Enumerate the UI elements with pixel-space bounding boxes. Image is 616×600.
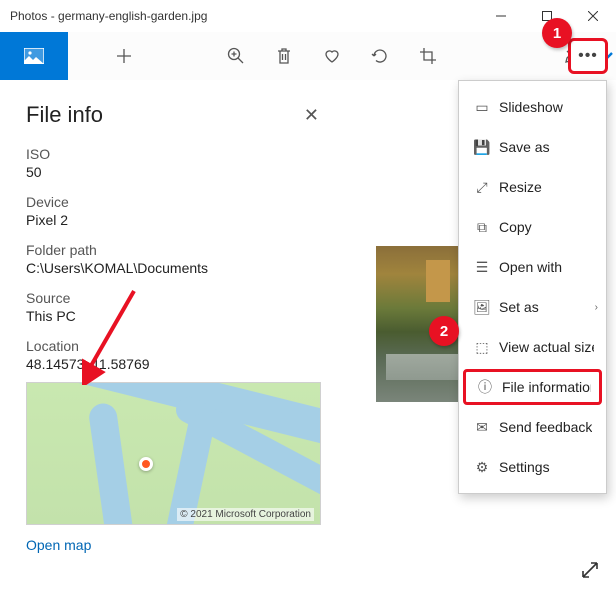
menu-label: Copy [499, 219, 532, 235]
location-value: 48.14573, 11.58769 [26, 356, 319, 372]
menu-label: Save as [499, 139, 550, 155]
favorite-button[interactable] [308, 32, 356, 80]
map-pin-icon [139, 457, 153, 471]
more-button[interactable]: ••• [568, 38, 608, 74]
file-info-panel: File info ✕ ISO 50 Device Pixel 2 Folder… [0, 80, 345, 600]
fullscreen-button[interactable] [580, 560, 600, 585]
close-window-button[interactable] [570, 0, 616, 32]
device-label: Device [26, 194, 319, 210]
delete-button[interactable] [260, 32, 308, 80]
open-map-link[interactable]: Open map [26, 537, 91, 553]
view-photo-button[interactable] [0, 32, 68, 80]
menu-label: Resize [499, 179, 542, 195]
actual-size-icon: ⬚ [471, 339, 493, 356]
iso-value: 50 [26, 164, 319, 180]
menu-slideshow[interactable]: ▭ Slideshow [459, 87, 606, 127]
zoom-button[interactable] [212, 32, 260, 80]
menu-label: Open with [499, 259, 562, 275]
title-bar: Photos - germany-english-garden.jpg [0, 0, 616, 32]
menu-save-as[interactable]: 💾 Save as [459, 127, 606, 167]
file-info-title: File info [26, 102, 103, 128]
chevron-right-icon: › [595, 302, 598, 313]
close-panel-button[interactable]: ✕ [304, 105, 319, 126]
open-with-icon: ☰ [471, 259, 493, 276]
menu-settings[interactable]: ⚙ Settings [459, 447, 606, 487]
resize-icon: ⤢ [471, 179, 493, 196]
menu-set-as[interactable]: 🖼 Set as › [459, 287, 606, 327]
map-copyright: © 2021 Microsoft Corporation [177, 508, 314, 521]
menu-label: Settings [499, 459, 550, 475]
menu-label: Set as [499, 299, 539, 315]
menu-open-with[interactable]: ☰ Open with [459, 247, 606, 287]
ellipsis-icon: ••• [578, 47, 598, 65]
menu-resize[interactable]: ⤢ Resize [459, 167, 606, 207]
crop-button[interactable] [404, 32, 452, 80]
minimize-button[interactable] [478, 0, 524, 32]
menu-label: File information [502, 379, 591, 395]
folder-label: Folder path [26, 242, 319, 258]
menu-label: View actual size [499, 339, 594, 355]
menu-file-information[interactable]: ⓘ File information [463, 369, 602, 405]
iso-label: ISO [26, 146, 319, 162]
menu-label: Slideshow [499, 99, 563, 115]
device-value: Pixel 2 [26, 212, 319, 228]
context-menu: ▭ Slideshow 💾 Save as ⤢ Resize ⧉ Copy ☰ Open … [458, 80, 607, 494]
folder-value: C:\Users\KOMAL\Documents [26, 260, 319, 276]
settings-icon: ⚙ [471, 459, 493, 476]
menu-view-actual-size[interactable]: ⬚ View actual size [459, 327, 606, 367]
source-label: Source [26, 290, 319, 306]
source-value: This PC [26, 308, 319, 324]
location-label: Location [26, 338, 319, 354]
set-as-icon: 🖼 [471, 299, 493, 316]
menu-label: Send feedback [499, 419, 592, 435]
window-title: Photos - germany-english-garden.jpg [10, 9, 478, 23]
feedback-icon: ✉ [471, 419, 493, 436]
location-map[interactable]: © 2021 Microsoft Corporation [26, 382, 321, 525]
add-button[interactable] [100, 32, 148, 80]
info-icon: ⓘ [474, 377, 496, 397]
callout-badge-1: 1 [542, 18, 572, 48]
menu-send-feedback[interactable]: ✉ Send feedback [459, 407, 606, 447]
callout-badge-2: 2 [429, 316, 459, 346]
slideshow-icon: ▭ [471, 99, 493, 116]
toolbar: ••• [0, 32, 616, 80]
rotate-button[interactable] [356, 32, 404, 80]
copy-icon: ⧉ [471, 219, 493, 236]
save-icon: 💾 [471, 139, 493, 156]
menu-copy[interactable]: ⧉ Copy [459, 207, 606, 247]
